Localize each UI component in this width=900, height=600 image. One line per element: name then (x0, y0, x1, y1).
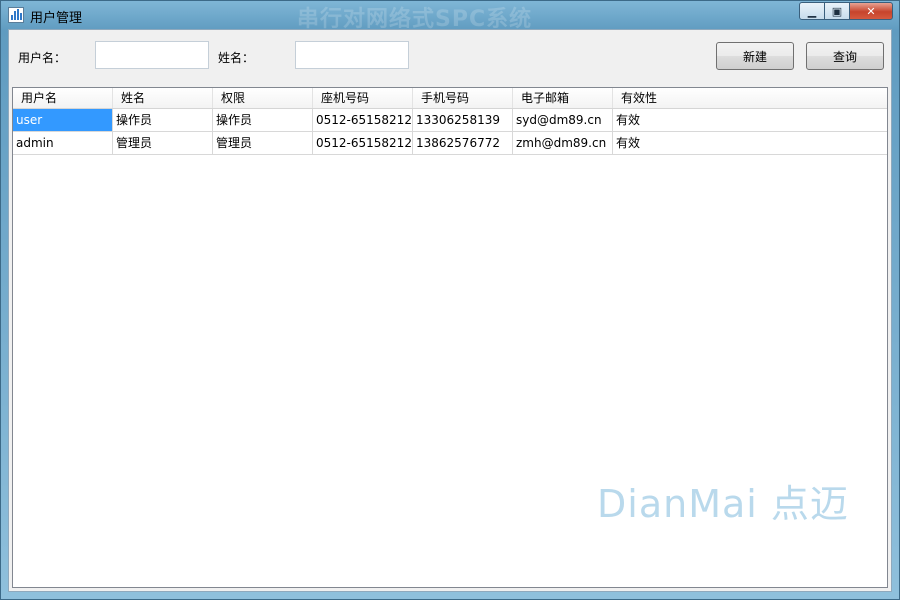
column-header-mobile[interactable]: 手机号码 (413, 88, 513, 108)
new-button[interactable]: 新建 (716, 42, 794, 70)
chart-app-icon (8, 7, 24, 23)
table-header: 用户名 姓名 权限 座机号码 手机号码 电子邮箱 有效性 (13, 88, 887, 109)
table-row[interactable]: admin 管理员 管理员 0512-65158212 13862576772 … (13, 132, 887, 155)
name-input[interactable] (295, 41, 409, 69)
table-cell[interactable]: 有效 (613, 109, 887, 131)
table-cell[interactable]: admin (13, 132, 113, 154)
title-bar[interactable]: 用户管理 串行对网络式SPC系统 ▁ ▣ ✕ (1, 1, 899, 32)
table-cell[interactable]: 管理员 (213, 132, 313, 154)
query-button[interactable]: 查询 (806, 42, 884, 70)
table-cell[interactable]: 操作员 (213, 109, 313, 131)
window-controls: ▁ ▣ ✕ (799, 2, 893, 20)
username-label: 用户名： (18, 51, 67, 65)
name-label: 姓名： (218, 51, 255, 65)
table-cell[interactable]: 0512-65158212 (313, 132, 413, 154)
column-header-permission[interactable]: 权限 (213, 88, 313, 108)
table-cell[interactable]: 有效 (613, 132, 887, 154)
table-cell[interactable]: 0512-65158212 (313, 109, 413, 131)
table-cell[interactable]: 管理员 (113, 132, 213, 154)
table-cell[interactable]: 操作员 (113, 109, 213, 131)
window-title: 用户管理 (30, 11, 83, 26)
username-input[interactable] (95, 41, 209, 69)
column-header-email[interactable]: 电子邮箱 (513, 88, 613, 108)
table-row[interactable]: user 操作员 操作员 0512-65158212 13306258139 s… (13, 109, 887, 132)
dianmai-watermark: DianMai 点迈 (597, 482, 849, 526)
close-button[interactable]: ✕ (849, 2, 893, 20)
table-cell[interactable]: 13306258139 (413, 109, 513, 131)
table-cell[interactable]: syd@dm89.cn (513, 109, 613, 131)
table-cell[interactable]: 13862576772 (413, 132, 513, 154)
column-header-validity[interactable]: 有效性 (613, 88, 887, 108)
column-header-name[interactable]: 姓名 (113, 88, 213, 108)
column-header-username[interactable]: 用户名 (13, 88, 113, 108)
table-cell[interactable]: zmh@dm89.cn (513, 132, 613, 154)
minimize-button[interactable]: ▁ (799, 2, 825, 20)
maximize-button[interactable]: ▣ (824, 2, 850, 20)
table-cell[interactable]: user (13, 109, 113, 131)
user-management-window: 用户管理 串行对网络式SPC系统 ▁ ▣ ✕ 用户名： 姓名： 新建 查询 用户… (0, 0, 900, 600)
column-header-landline[interactable]: 座机号码 (313, 88, 413, 108)
